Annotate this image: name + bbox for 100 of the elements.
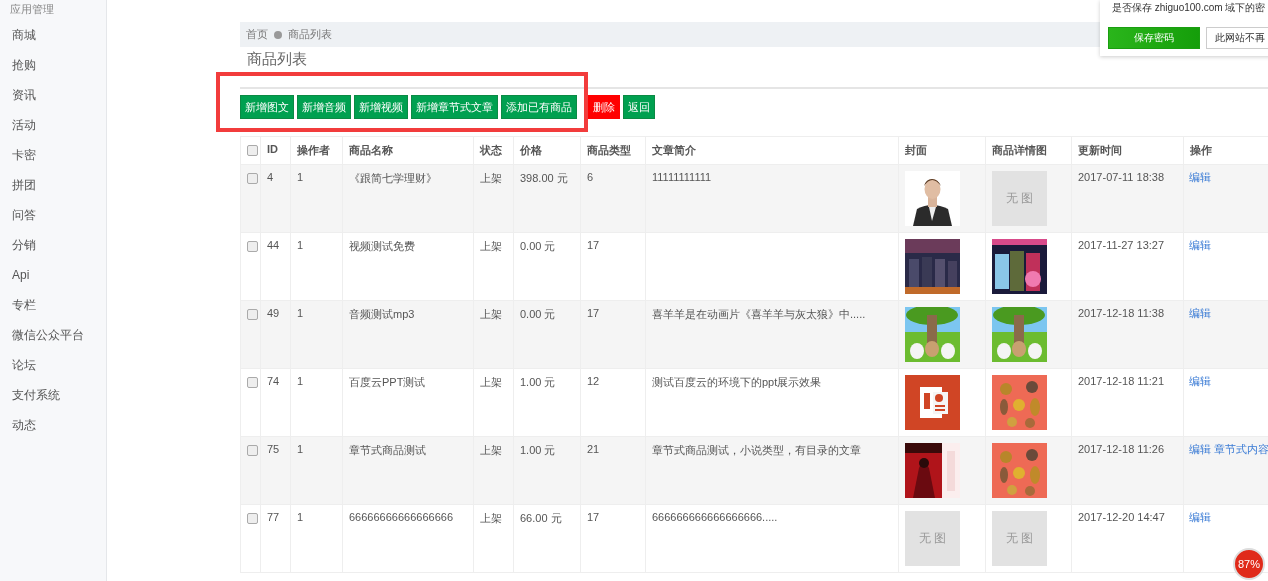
table-cell: 1	[297, 171, 304, 183]
table-cell: 17	[587, 239, 600, 251]
table-cell: 百度云PPT测试	[349, 375, 426, 390]
row-checkbox[interactable]	[247, 309, 258, 320]
sidebar-item[interactable]: 抢购	[12, 50, 36, 80]
table-cell: 12	[587, 375, 600, 387]
action-link[interactable]: 编辑	[1189, 511, 1211, 523]
sidebar-item[interactable]: 卡密	[12, 140, 36, 170]
table-cell: 音频测试mp3	[349, 307, 415, 322]
column-header: 状态	[473, 136, 514, 165]
table-cell: 398.00 元	[520, 171, 568, 186]
no-image-text: 无 图	[918, 530, 947, 547]
column-header: ID	[260, 136, 291, 165]
table-cell: 17	[587, 307, 600, 319]
prompt-button[interactable]: 此网站不再	[1206, 27, 1268, 49]
separator-dot-icon	[274, 30, 282, 39]
table-cell: 2017-07-11 18:38	[1078, 171, 1165, 183]
toolbar-button[interactable]: 返回	[623, 95, 655, 119]
table-cell: 上架	[480, 307, 502, 322]
table-cell: 49	[267, 307, 280, 319]
table-cell: 2017-12-18 11:26	[1078, 443, 1165, 455]
table-cell: 喜羊羊是在动画片《喜羊羊与灰太狼》中.....	[652, 307, 866, 322]
no-image-text: 无 图	[1005, 190, 1034, 207]
select-all-checkbox[interactable]	[247, 145, 258, 156]
prompt-message: 是否保存 zhiguo100.com 域下的密	[1112, 1, 1267, 15]
sidebar-item[interactable]: 商城	[12, 20, 36, 50]
table-cell: 2017-12-18 11:21	[1078, 375, 1165, 387]
table-cell: 17	[587, 511, 600, 523]
table-cell: 0.00 元	[520, 239, 556, 254]
row-checkbox[interactable]	[247, 173, 258, 184]
table-cell: 1	[297, 307, 304, 319]
column-header: 文章简介	[645, 136, 899, 165]
sidebar-item[interactable]: 动态	[12, 410, 36, 440]
row-checkbox[interactable]	[247, 377, 258, 388]
table-cell: 21	[587, 443, 600, 455]
table-cell: 74	[267, 375, 280, 387]
table-cell: 11111111111	[652, 171, 712, 183]
table-cell: 上架	[480, 443, 502, 458]
table-cell: 《跟简七学理财》	[349, 171, 437, 186]
table-cell: 44	[267, 239, 280, 251]
sidebar-heading: 应用管理	[9, 2, 55, 17]
sidebar-item[interactable]: 资讯	[12, 80, 36, 110]
column-header: 更新时间	[1071, 136, 1184, 165]
column-header: 价格	[513, 136, 581, 165]
action-link[interactable]: 编辑	[1189, 171, 1211, 183]
column-header: 操作	[1183, 136, 1268, 165]
sidebar-item[interactable]: 专栏	[12, 290, 36, 320]
breadcrumb-item[interactable]: 首页	[246, 27, 268, 42]
breadcrumb-item[interactable]: 商品列表	[288, 27, 332, 42]
prompt-button[interactable]: 保存密码	[1108, 27, 1200, 49]
table-cell: 6	[587, 171, 594, 183]
table-cell: 测试百度云的环境下的ppt展示效果	[652, 375, 822, 390]
toolbar-button[interactable]: 新增音频	[297, 95, 351, 119]
sidebar-item[interactable]: 拼团	[12, 170, 36, 200]
table-cell: 2017-11-27 13:27	[1078, 239, 1165, 251]
column-header: 商品类型	[580, 136, 646, 165]
table-cell: 上架	[480, 511, 502, 526]
action-link[interactable]: 编辑	[1189, 375, 1211, 387]
table-cell: 上架	[480, 239, 502, 254]
table-cell: 66666666666666666	[349, 511, 453, 523]
toolbar-button[interactable]: 新增章节式文章	[411, 95, 498, 119]
table-cell: 1.00 元	[520, 375, 556, 390]
table-cell: 2017-12-20 14:47	[1078, 511, 1165, 523]
toolbar-button[interactable]: 新增视频	[354, 95, 408, 119]
toolbar-button[interactable]: 添加已有商品	[501, 95, 577, 119]
table-cell: 77	[267, 511, 280, 523]
table-cell: 0.00 元	[520, 307, 556, 322]
sidebar-item[interactable]: Api	[12, 260, 30, 290]
no-image-text: 无 图	[1005, 530, 1034, 547]
table-cell: 1	[297, 443, 304, 455]
column-header: 商品详情图	[985, 136, 1072, 165]
sidebar-item[interactable]: 支付系统	[12, 380, 60, 410]
sidebar-item[interactable]: 微信公众平台	[12, 320, 84, 350]
table-cell: 75	[267, 443, 280, 455]
row-checkbox[interactable]	[247, 445, 258, 456]
table-cell: 1	[297, 511, 304, 523]
table-cell: 66.00 元	[520, 511, 562, 526]
sidebar-item[interactable]: 论坛	[12, 350, 36, 380]
action-link[interactable]: 编辑	[1189, 307, 1211, 319]
column-header: 封面	[898, 136, 986, 165]
row-checkbox[interactable]	[247, 513, 258, 524]
toolbar-button[interactable]: 删除	[588, 95, 620, 119]
toolbar-button[interactable]: 新增图文	[240, 95, 294, 119]
table-cell: 1	[297, 375, 304, 387]
table-cell: 视频测试免费	[349, 239, 415, 254]
table-cell: 上架	[480, 171, 502, 186]
table-cell: 上架	[480, 375, 502, 390]
column-header: 操作者	[290, 136, 343, 165]
table-cell: 666666666666666666.....	[652, 511, 778, 523]
table-cell: 1	[297, 239, 304, 251]
action-link[interactable]: 编辑	[1189, 443, 1211, 455]
table-cell: 章节式商品测试	[349, 443, 426, 458]
row-checkbox[interactable]	[247, 241, 258, 252]
sidebar-item[interactable]: 活动	[12, 110, 36, 140]
sidebar-item[interactable]: 分销	[12, 230, 36, 260]
table-cell: 2017-12-18 11:38	[1078, 307, 1165, 319]
table-cell: 1.00 元	[520, 443, 556, 458]
action-link[interactable]: 编辑	[1189, 239, 1211, 251]
column-header: 商品名称	[342, 136, 474, 165]
sidebar-item[interactable]: 问答	[12, 200, 36, 230]
